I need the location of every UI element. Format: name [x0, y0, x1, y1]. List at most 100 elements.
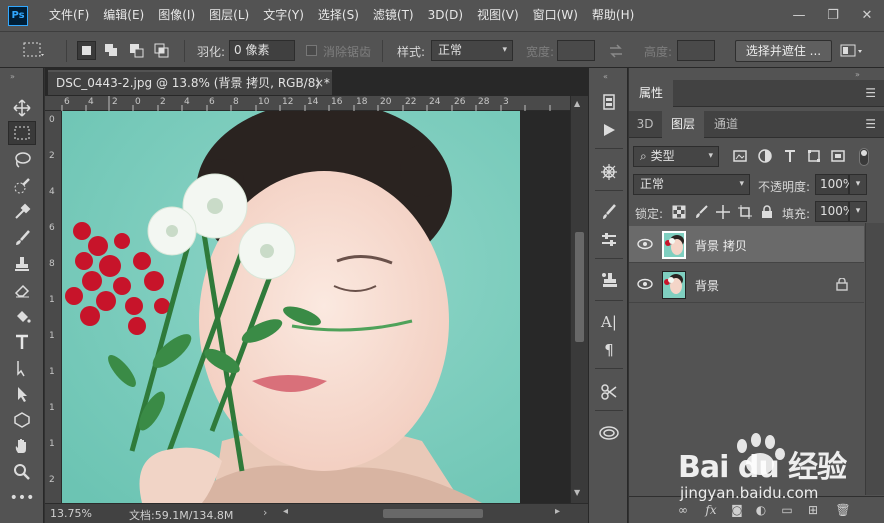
paint-bucket-tool-icon[interactable] — [8, 304, 36, 328]
brush-tool-icon[interactable] — [8, 226, 36, 250]
canvas[interactable] — [62, 111, 520, 503]
collapse-arrows-icon[interactable]: » — [10, 72, 15, 81]
feather-input[interactable]: 0 像素 — [229, 40, 295, 61]
antialias-checkbox[interactable] — [306, 45, 317, 56]
opacity-dropdown-icon[interactable]: ▾ — [849, 174, 867, 195]
swap-dimensions-icon[interactable] — [608, 43, 624, 59]
layers-scrollbar[interactable] — [865, 223, 884, 495]
width-input[interactable] — [557, 40, 595, 61]
panel-menu-icon[interactable]: ☰ — [865, 117, 876, 131]
panel-menu-icon[interactable]: ☰ — [865, 86, 876, 100]
collapse-arrows-icon[interactable]: « — [603, 72, 608, 81]
actions-play-icon[interactable] — [597, 118, 621, 142]
minimize-button[interactable]: — — [782, 0, 816, 31]
menu-image[interactable]: 图像(I) — [151, 0, 202, 31]
scroll-left-icon[interactable]: ◂ — [283, 506, 288, 517]
horizontal-scroll-thumb[interactable] — [383, 509, 483, 518]
menu-3d[interactable]: 3D(D) — [421, 0, 470, 31]
scroll-down-icon[interactable]: ▼ — [574, 488, 580, 497]
tab-channels[interactable]: 通道 — [705, 111, 747, 138]
more-tools-icon[interactable]: ••• — [8, 486, 36, 510]
path-selection-tool-icon[interactable] — [8, 356, 36, 380]
direct-selection-tool-icon[interactable] — [8, 382, 36, 406]
lock-all-icon[interactable] — [760, 205, 774, 219]
lock-artboard-icon[interactable] — [738, 205, 752, 219]
restore-button[interactable]: ❐ — [816, 0, 850, 31]
menu-view[interactable]: 视图(V) — [470, 0, 526, 31]
lock-pixels-icon[interactable] — [694, 205, 708, 219]
quick-selection-tool-icon[interactable] — [8, 174, 36, 198]
tab-properties[interactable]: 属性 — [629, 80, 673, 107]
tab-3d[interactable]: 3D — [629, 111, 661, 138]
libraries-cloud-icon[interactable] — [597, 420, 621, 444]
lasso-tool-icon[interactable] — [8, 148, 36, 172]
lock-transparent-icon[interactable] — [672, 205, 686, 219]
zoom-tool-icon[interactable] — [8, 460, 36, 484]
workspace-switcher-icon[interactable] — [840, 43, 864, 59]
close-tab-icon[interactable]: × — [314, 72, 324, 94]
tool-presets-icon[interactable] — [597, 380, 621, 404]
brush-presets-icon[interactable] — [597, 228, 621, 252]
eye-icon[interactable] — [637, 277, 653, 291]
filter-shape-icon[interactable] — [807, 149, 821, 163]
blend-mode-select[interactable]: 正常 ▾ — [633, 174, 750, 195]
vertical-scroll-thumb[interactable] — [575, 232, 584, 342]
new-layer-icon[interactable]: ⊞ — [805, 503, 821, 519]
add-mask-icon[interactable]: ◙ — [729, 503, 745, 519]
add-selection-icon[interactable] — [102, 41, 121, 60]
fill-dropdown-icon[interactable]: ▾ — [849, 201, 867, 222]
eye-icon[interactable] — [637, 237, 653, 251]
collapse-arrows-icon[interactable]: » — [855, 70, 860, 79]
stamp-tool-icon[interactable] — [8, 252, 36, 276]
clone-source-icon[interactable] — [597, 268, 621, 292]
menu-help[interactable]: 帮助(H) — [585, 0, 641, 31]
layer-row[interactable]: 背景 拷贝 — [629, 226, 864, 263]
status-chevron-icon[interactable]: › — [263, 506, 267, 519]
menu-edit[interactable]: 编辑(E) — [96, 0, 151, 31]
filter-type-icon[interactable] — [783, 149, 797, 163]
zoom-level[interactable]: 13.75% — [50, 507, 92, 520]
character-panel-icon[interactable]: A| — [597, 310, 621, 334]
menu-window[interactable]: 窗口(W) — [526, 0, 585, 31]
lock-position-icon[interactable] — [716, 205, 730, 219]
filter-adjustment-icon[interactable] — [758, 149, 772, 163]
link-layers-icon[interactable]: ∞ — [675, 503, 691, 519]
delete-layer-icon[interactable]: 🗑 — [835, 503, 851, 519]
tab-layers[interactable]: 图层 — [662, 111, 704, 138]
scroll-up-icon[interactable]: ▲ — [574, 99, 580, 108]
shape-tool-icon[interactable] — [8, 408, 36, 432]
height-input[interactable] — [677, 40, 715, 61]
menu-filter[interactable]: 滤镜(T) — [366, 0, 421, 31]
rect-marquee-preset-icon[interactable] — [22, 41, 44, 59]
rect-marquee-tool-icon[interactable] — [8, 121, 36, 145]
hand-tool-icon[interactable] — [8, 434, 36, 458]
adjustment-layer-icon[interactable]: ◐ — [753, 503, 769, 519]
paragraph-panel-icon[interactable]: ¶ — [597, 338, 621, 362]
fill-input[interactable]: 100% — [815, 201, 854, 222]
layer-row[interactable]: 背景 — [629, 266, 864, 303]
layer-filter-select[interactable]: ⌕ 类型 ▾ — [633, 146, 719, 167]
filter-toggle[interactable] — [859, 148, 869, 166]
menu-type[interactable]: 文字(Y) — [256, 0, 311, 31]
move-tool-icon[interactable] — [8, 96, 36, 120]
filter-pixel-icon[interactable] — [733, 149, 747, 163]
vertical-scrollbar[interactable]: ▲ ▼ — [570, 96, 588, 503]
eyedropper-tool-icon[interactable] — [8, 200, 36, 224]
style-select[interactable]: 正常 ▾ — [431, 40, 513, 61]
opacity-input[interactable]: 100% — [815, 174, 854, 195]
menu-select[interactable]: 选择(S) — [311, 0, 366, 31]
select-and-mask-button[interactable]: 选择并遮住 ... — [735, 40, 832, 62]
document-tab[interactable]: DSC_0443-2.jpg @ 13.8% (背景 拷贝, RGB/8) * … — [48, 70, 332, 95]
history-panel-icon[interactable] — [597, 90, 621, 114]
adjustments-wheel-icon[interactable] — [597, 160, 621, 184]
ruler-vertical[interactable]: 0 2 4 6 8 1 1 1 1 1 2 — [45, 111, 62, 503]
menu-file[interactable]: 文件(F) — [42, 0, 96, 31]
menu-layer[interactable]: 图层(L) — [202, 0, 256, 31]
brush-settings-icon[interactable] — [597, 200, 621, 224]
layer-style-icon[interactable]: fx — [703, 503, 719, 519]
type-tool-icon[interactable] — [8, 330, 36, 354]
ruler-horizontal[interactable]: 6 4 2 0 2 4 6 8 10 12 14 16 18 20 22 24 … — [45, 96, 588, 111]
subtract-selection-icon[interactable] — [127, 41, 146, 60]
scroll-right-icon[interactable]: ▸ — [555, 506, 560, 517]
filter-smart-object-icon[interactable] — [831, 149, 845, 163]
